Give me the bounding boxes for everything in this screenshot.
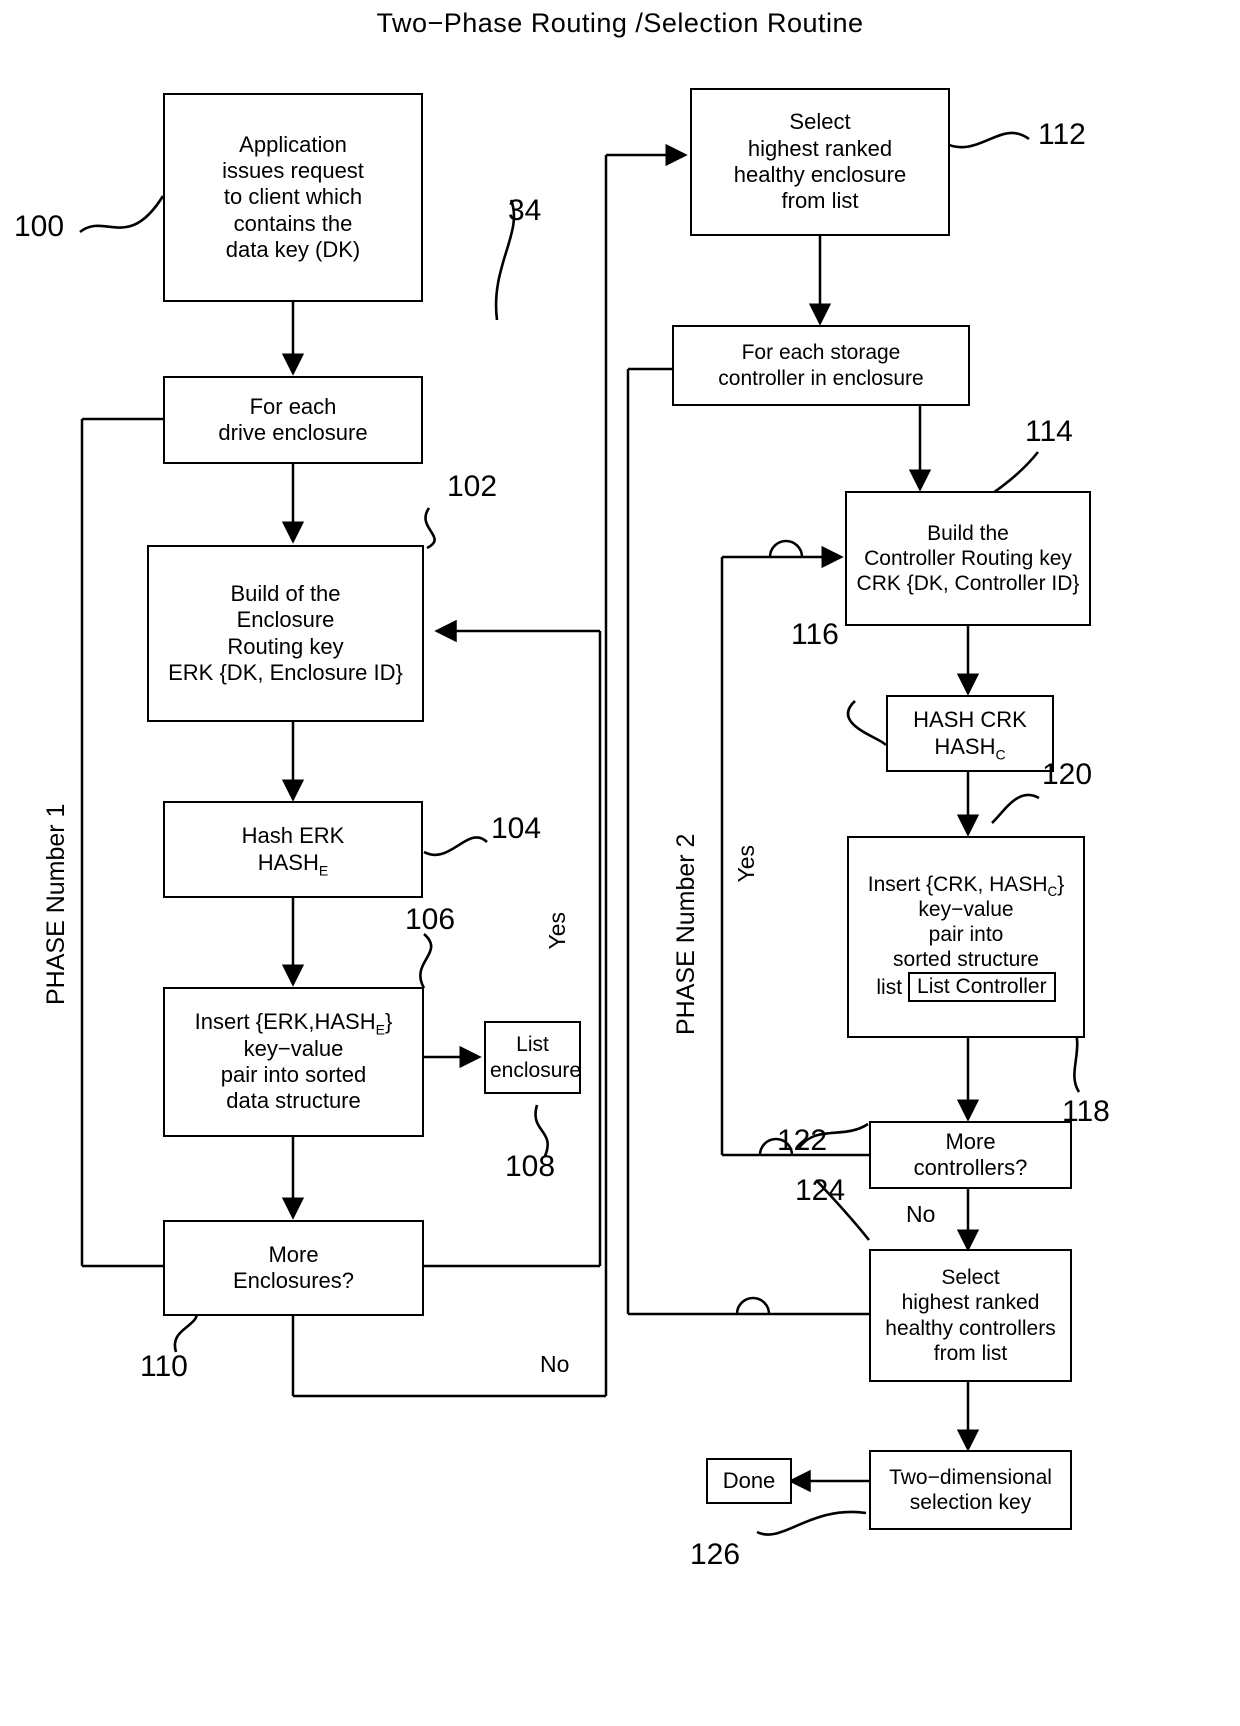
hash-crk-main: HASH [934,733,996,759]
node-insert-erk-pair-text: Insert {ERK,HASHE} key−value pair into s… [169,1009,418,1115]
node-hash-erk-text: Hash ERK HASHE [169,823,417,878]
build-erk-line-3: Routing key [227,633,344,659]
hash-crk-subscript: C [995,745,1006,762]
ref-number-34: 34 [508,194,542,227]
insert-crk-line-1: Insert {CRK, HASHC} [853,872,1079,899]
node-hash-crk: HASH CRK HASHC [886,695,1054,772]
ref-number-100: 100 [14,210,65,243]
hash-crk-line-2: HASHC [892,733,1048,762]
node-done: Done [706,1458,792,1504]
node-list-controller: List Controller [908,972,1056,1003]
insert-crk-line-5: list List Controller [853,972,1079,1003]
node-more-controllers: More controllers? [869,1121,1072,1189]
build-erk-line-1: Build of the [230,580,341,606]
node-hash-crk-text: HASH CRK HASHC [892,707,1048,762]
insert-erk-line-1: Insert {ERK,HASHE} [169,1009,418,1038]
node-build-enclosure-routing-key: Build of the Enclosure Routing key ERK {… [147,545,424,722]
phase-2-label: PHASE Number 2 [672,833,700,1035]
edge-label-no-phase1: No [540,1351,570,1377]
node-build-controller-routing-key-text: Build the Controller Routing key CRK {DK… [851,521,1085,597]
node-list-enclosure: List enclosure [484,1021,581,1094]
ref-number-104: 104 [491,812,542,845]
ref-number-114: 114 [1025,415,1073,448]
ref-number-106: 106 [405,903,456,936]
build-crk-line-3: CRK {DK, Controller ID} [856,572,1080,596]
hash-erk-main: HASH [257,849,319,875]
insert-crk-line-2: key−value [918,897,1014,921]
node-insert-crk-pair-text: Insert {CRK, HASHC} key−value pair into … [853,872,1079,1003]
hash-erk-line-2: HASHE [169,849,417,878]
node-more-enclosures: More Enclosures? [163,1220,424,1316]
node-application-issues-request-text: Application issues request to client whi… [222,131,364,263]
node-two-dimensional-selection-key: Two−dimensional selection key [869,1450,1072,1530]
ref-number-126: 126 [690,1538,741,1571]
node-for-each-drive-enclosure: For each drive enclosure [163,376,423,464]
edge-label-no-phase2: No [906,1201,936,1227]
hash-erk-subscript: E [318,861,329,878]
ref-number-112: 112 [1038,118,1086,151]
node-more-enclosures-text: More Enclosures? [232,1241,355,1293]
build-erk-line-2: Enclosure [236,607,335,633]
node-for-each-storage-controller-text: For each storage controller in enclosure [718,341,924,390]
insert-erk-suffix: } [384,1009,393,1035]
node-for-each-drive-enclosure-text: For each drive enclosure [218,393,368,445]
ref-number-102: 102 [447,470,498,503]
node-two-dimensional-selection-key-text: Two−dimensional selection key [889,1465,1052,1514]
ref-number-120: 120 [1042,758,1093,791]
insert-crk-suffix: } [1057,872,1065,896]
edge-label-yes-phase1: Yes [544,912,570,950]
ref-number-122: 122 [777,1124,828,1157]
ref-number-110: 110 [140,1350,188,1383]
build-crk-line-1: Build the [927,521,1009,545]
node-application-issues-request: Application issues request to client whi… [163,93,423,302]
node-insert-erk-pair: Insert {ERK,HASHE} key−value pair into s… [163,987,424,1137]
build-erk-line-4: ERK {DK, Enclosure ID} [168,659,403,685]
node-select-highest-ranked-enclosure: Select highest ranked healthy enclosure … [690,88,950,236]
insert-erk-line-4: data structure [226,1088,361,1114]
node-more-controllers-text: More controllers? [913,1128,1028,1180]
insert-crk-line-4: sorted structure [893,948,1039,972]
ref-number-118: 118 [1062,1095,1110,1128]
build-crk-line-2: Controller Routing key [864,546,1072,570]
hash-crk-line-1: HASH CRK [913,707,1027,733]
insert-erk-line-2: key−value [243,1035,344,1061]
node-for-each-storage-controller: For each storage controller in enclosure [672,325,970,406]
insert-crk-prefix: Insert {CRK, HASH [867,872,1048,896]
node-select-highest-ranked-controllers: Select highest ranked healthy controller… [869,1249,1072,1382]
ref-number-108: 108 [505,1150,556,1183]
insert-crk-list-word: list [876,975,903,999]
phase-1-label: PHASE Number 1 [42,803,70,1005]
patent-flowchart-figure: Two−Phase Routing /Selection Routine PHA… [0,0,1240,1726]
node-select-highest-ranked-controllers-text: Select highest ranked healthy controller… [885,1266,1056,1365]
insert-erk-subscript: E [375,1021,385,1038]
insert-crk-subscript: C [1047,883,1058,899]
insert-erk-line-3: pair into sorted [220,1062,367,1087]
node-done-text: Done [722,1467,776,1493]
node-build-controller-routing-key: Build the Controller Routing key CRK {DK… [845,491,1091,626]
ref-number-124: 124 [795,1174,846,1207]
insert-erk-prefix: Insert {ERK,HASH [194,1009,376,1035]
hash-erk-line-1: Hash ERK [241,823,345,849]
node-hash-erk: Hash ERK HASHE [163,801,423,898]
node-list-enclosure-text: List enclosure [490,1033,582,1082]
node-insert-crk-pair: Insert {CRK, HASHC} key−value pair into … [847,836,1085,1038]
node-build-enclosure-routing-key-text: Build of the Enclosure Routing key ERK {… [153,581,418,687]
node-select-highest-ranked-enclosure-text: Select highest ranked healthy enclosure … [733,109,907,214]
ref-number-116: 116 [791,618,839,651]
insert-crk-line-3: pair into [928,922,1004,946]
edge-label-yes-phase2: Yes [733,845,759,883]
